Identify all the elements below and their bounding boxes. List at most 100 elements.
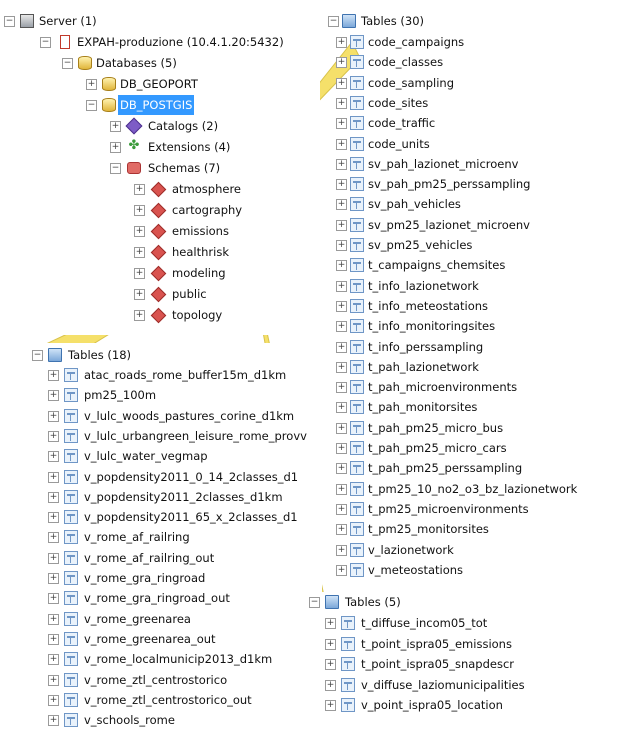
expand-icon[interactable]: + xyxy=(336,300,347,312)
table-name-label: t_point_ispra05_emissions xyxy=(361,636,512,651)
expand-icon[interactable]: + xyxy=(336,240,347,251)
expand-icon[interactable]: + xyxy=(48,471,59,483)
collapse-icon[interactable]: − xyxy=(32,350,43,361)
table-icon xyxy=(350,359,364,374)
expand-icon[interactable]: + xyxy=(336,544,347,556)
table-icon xyxy=(350,136,364,151)
collapse-icon[interactable]: − xyxy=(328,16,339,27)
expand-icon[interactable]: + xyxy=(134,310,145,321)
table-name-label: v_rome_gra_ringroad_out xyxy=(84,591,230,606)
schema-diamond-icon xyxy=(150,202,167,219)
table-icon xyxy=(64,652,78,667)
expand-icon[interactable]: + xyxy=(336,341,347,353)
table-icon xyxy=(350,95,364,110)
expand-icon[interactable]: + xyxy=(336,564,347,576)
expand-icon[interactable]: + xyxy=(134,247,145,258)
schemas-icon xyxy=(127,162,141,174)
expand-icon[interactable]: + xyxy=(325,618,336,629)
table-name-label: v_rome_localmunicip2013_d1km xyxy=(84,652,273,667)
expand-icon[interactable]: + xyxy=(325,679,336,691)
schema-diamond-icon xyxy=(150,307,167,324)
catalogs-label: Catalogs (2) xyxy=(148,119,219,133)
expand-icon[interactable]: + xyxy=(48,613,59,625)
schema-label: public xyxy=(172,287,207,301)
table-icon xyxy=(64,510,78,525)
table-name-label: t_info_monitoringsites xyxy=(368,319,496,334)
table-name-label: v_meteostations xyxy=(368,562,464,577)
expand-icon[interactable]: + xyxy=(325,659,336,671)
expand-icon[interactable]: + xyxy=(336,260,347,272)
expand-icon[interactable]: + xyxy=(336,280,347,292)
schema-diamond-icon xyxy=(150,244,167,261)
table-icon xyxy=(350,501,364,516)
expand-icon[interactable]: + xyxy=(110,142,121,153)
expand-icon[interactable]: + xyxy=(48,430,59,442)
expand-icon[interactable]: + xyxy=(325,638,336,650)
expand-icon[interactable]: + xyxy=(336,118,347,130)
expand-icon[interactable]: + xyxy=(336,443,347,454)
expand-icon[interactable]: + xyxy=(336,219,347,231)
collapse-icon[interactable]: − xyxy=(40,37,51,48)
database-cylinder-icon xyxy=(102,98,116,112)
expand-icon[interactable]: + xyxy=(48,370,59,381)
schema-diamond-icon xyxy=(150,265,167,282)
expand-icon[interactable]: + xyxy=(86,79,97,90)
expand-icon[interactable]: + xyxy=(48,654,59,666)
expand-icon[interactable]: + xyxy=(48,451,59,463)
expand-icon[interactable]: + xyxy=(336,503,347,515)
table-name-label: t_pah_pm25_perssampling xyxy=(368,461,523,476)
extension-icon: ✤ xyxy=(128,138,140,153)
expand-icon[interactable]: + xyxy=(48,593,59,605)
collapse-icon[interactable]: − xyxy=(4,16,15,27)
expand-icon[interactable]: + xyxy=(48,410,59,422)
tables-header-label: Tables (30) xyxy=(361,14,424,28)
expand-icon[interactable]: + xyxy=(48,633,59,645)
expand-icon[interactable]: + xyxy=(336,402,347,414)
expand-icon[interactable]: + xyxy=(336,199,347,211)
table-name-label: t_campaigns_chemsites xyxy=(368,258,506,273)
expand-icon[interactable]: + xyxy=(336,57,347,69)
expand-icon[interactable]: + xyxy=(336,321,347,333)
expand-icon[interactable]: + xyxy=(134,226,145,237)
expand-icon[interactable]: + xyxy=(48,390,59,402)
expand-icon[interactable]: + xyxy=(48,573,59,584)
expand-icon[interactable]: + xyxy=(48,674,59,686)
expand-icon[interactable]: + xyxy=(134,289,145,300)
expand-icon[interactable]: + xyxy=(336,382,347,394)
expand-icon[interactable]: + xyxy=(336,463,347,475)
expand-icon[interactable]: + xyxy=(48,532,59,544)
expand-icon[interactable]: + xyxy=(48,694,59,706)
collapse-icon[interactable]: − xyxy=(110,163,121,174)
expand-icon[interactable]: + xyxy=(336,361,347,373)
expand-icon[interactable]: + xyxy=(336,524,347,536)
expand-icon[interactable]: + xyxy=(325,700,336,712)
table-icon xyxy=(64,571,78,585)
expand-icon[interactable]: + xyxy=(336,138,347,150)
table-name-label: pm25_100m xyxy=(84,388,157,403)
expand-icon[interactable]: + xyxy=(48,715,59,727)
expand-icon[interactable]: + xyxy=(110,121,121,132)
collapse-icon[interactable]: − xyxy=(62,58,73,69)
expand-icon[interactable]: + xyxy=(336,483,347,495)
expand-icon[interactable]: + xyxy=(336,158,347,170)
expand-icon[interactable]: + xyxy=(48,552,59,564)
expand-icon[interactable]: + xyxy=(134,184,145,195)
expand-icon[interactable]: + xyxy=(134,205,145,216)
expand-icon[interactable]: + xyxy=(134,268,145,279)
table-name-label: v_lulc_woods_pastures_corine_d1km xyxy=(84,408,295,423)
table-icon xyxy=(350,156,364,171)
schema-diamond-icon xyxy=(150,181,167,198)
collapse-icon[interactable]: − xyxy=(86,100,97,111)
expand-icon[interactable]: + xyxy=(336,97,347,109)
expand-icon[interactable]: + xyxy=(48,512,59,524)
collapse-icon[interactable]: − xyxy=(309,597,320,608)
table-name-label: v_point_ispra05_location xyxy=(361,698,503,713)
table-icon xyxy=(350,116,364,131)
expand-icon[interactable]: + xyxy=(336,179,347,191)
table-name-label: v_popdensity2011_2classes_d1km xyxy=(84,489,283,504)
expand-icon[interactable]: + xyxy=(336,422,347,434)
expand-icon[interactable]: + xyxy=(48,491,59,503)
expand-icon[interactable]: + xyxy=(336,37,347,48)
table-name-label: t_pah_microenvironments xyxy=(368,380,518,395)
expand-icon[interactable]: + xyxy=(336,77,347,89)
